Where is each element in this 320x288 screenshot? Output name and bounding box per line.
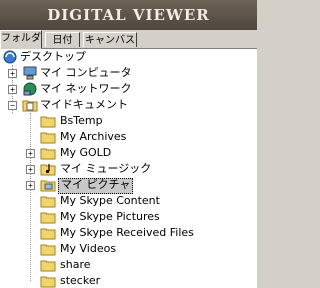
tree-item-label: My Skype Pictures xyxy=(60,210,160,223)
tree-item-my-computer[interactable]: + マイ コンピュータ xyxy=(0,65,257,81)
folder-icon xyxy=(40,242,56,256)
folder-icon xyxy=(40,226,56,240)
tree-item-label: マイ ミュージック xyxy=(60,162,152,175)
tree-item-label: BsTemp xyxy=(60,114,103,127)
folder-icon xyxy=(40,274,56,288)
tree-item-desktop[interactable]: デスクトップ xyxy=(0,49,257,65)
folder-tree[interactable]: デスクトップ + マイ コンピュータ + マイ ネットワーク − マイドキュメン… xyxy=(0,49,257,288)
music-folder-icon xyxy=(40,162,56,176)
tree-item-label: My Archives xyxy=(60,130,127,143)
tree-item-stecker[interactable]: stecker xyxy=(0,273,257,288)
tree-item-label: share xyxy=(60,258,91,271)
folder-icon xyxy=(40,194,56,208)
folder-icon xyxy=(40,114,56,128)
expand-toggle[interactable]: + xyxy=(26,181,35,190)
tree-item-my-gold[interactable]: + My GOLD xyxy=(0,145,257,161)
folder-icon xyxy=(40,146,56,160)
folder-icon xyxy=(40,258,56,272)
tree-item-label: マイドキュメント xyxy=(40,98,128,111)
tree-item-my-videos[interactable]: My Videos xyxy=(0,241,257,257)
collapse-toggle[interactable]: − xyxy=(8,101,17,110)
folder-icon xyxy=(40,210,56,224)
tree-item-label: マイ コンピュータ xyxy=(40,66,132,79)
tree-item-label: マイ ピクチャ xyxy=(58,178,134,194)
expand-toggle[interactable]: + xyxy=(26,165,35,174)
tree-item-my-music[interactable]: + マイ ミュージック xyxy=(0,161,257,177)
desktop-icon xyxy=(2,50,18,64)
expand-toggle[interactable]: + xyxy=(8,69,17,78)
tree-item-label: stecker xyxy=(60,274,101,287)
network-icon xyxy=(22,82,38,96)
tab-canvas[interactable]: キャンバス xyxy=(83,32,137,47)
pictures-folder-icon xyxy=(40,178,56,192)
tree-item-label: My Skype Received Files xyxy=(60,226,194,239)
tree-item-label: My Videos xyxy=(60,242,117,255)
tree-item-my-skype-received-files[interactable]: My Skype Received Files xyxy=(0,225,257,241)
app-title: DIGITAL VIEWER xyxy=(0,0,257,30)
tab-date[interactable]: 日付 xyxy=(45,32,80,47)
tree-item-my-documents[interactable]: − マイドキュメント xyxy=(0,97,257,113)
tree-item-my-pictures[interactable]: + マイ ピクチャ xyxy=(0,177,257,194)
tree-item-label: My Skype Content xyxy=(60,194,160,207)
expand-toggle[interactable]: + xyxy=(8,85,17,94)
expand-toggle[interactable]: + xyxy=(26,149,35,158)
tree-item-label: マイ ネットワーク xyxy=(40,82,132,95)
tree-item-label: デスクトップ xyxy=(20,50,86,63)
documents-folder-icon xyxy=(22,98,38,112)
tree-item-label: My GOLD xyxy=(60,146,112,159)
tree-item-my-network[interactable]: + マイ ネットワーク xyxy=(0,81,257,97)
tree-item-my-skype-content[interactable]: My Skype Content xyxy=(0,193,257,209)
tree-item-my-archives[interactable]: My Archives xyxy=(0,129,257,145)
tree-item-share[interactable]: share xyxy=(0,257,257,273)
tree-item-my-skype-pictures[interactable]: My Skype Pictures xyxy=(0,209,257,225)
tab-strip: フォルダ 日付 キャンバス xyxy=(0,30,257,49)
folder-icon xyxy=(40,130,56,144)
computer-icon xyxy=(22,66,38,80)
tab-folder[interactable]: フォルダ xyxy=(0,30,42,49)
tree-item-bstemp[interactable]: BsTemp xyxy=(0,113,257,129)
